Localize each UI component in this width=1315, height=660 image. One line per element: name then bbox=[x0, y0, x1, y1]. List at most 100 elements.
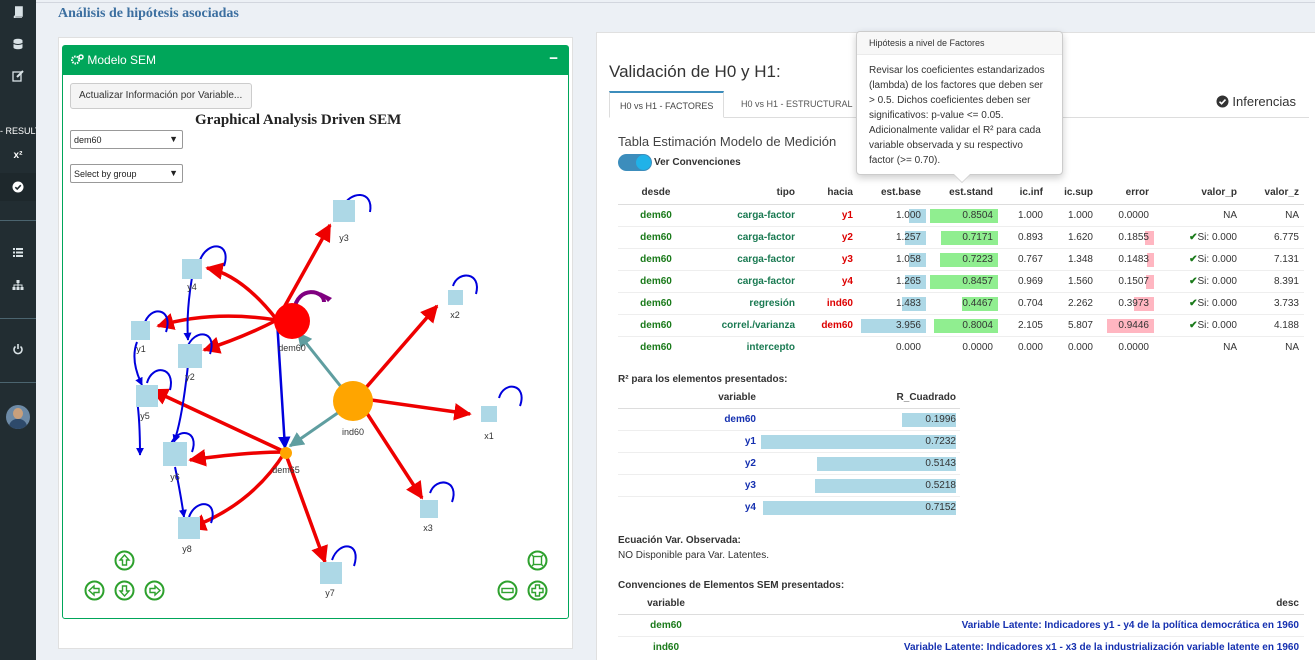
tooltip-arrow-fill bbox=[954, 174, 970, 182]
p-value: Si: 0.000 bbox=[1197, 253, 1237, 265]
col-conv-desc[interactable]: desc bbox=[714, 593, 1304, 615]
cell-valor-z: 8.391 bbox=[1242, 269, 1304, 292]
node-x3[interactable] bbox=[420, 500, 438, 518]
est-stand-value: 0.8004 bbox=[962, 319, 993, 331]
equation-text: NO Disponible para Var. Latentes. bbox=[618, 550, 770, 561]
cell-hacia: y2 bbox=[800, 225, 858, 248]
cell-est-stand: 0.4467 bbox=[926, 291, 998, 314]
node-dem65[interactable] bbox=[280, 447, 292, 459]
cell-est-base: 1.483 bbox=[858, 291, 926, 314]
sidebar-result-label[interactable]: - RESULT bbox=[0, 126, 36, 136]
node-y4[interactable] bbox=[182, 259, 202, 279]
conventions-row: ind60 Variable Latente: Indicadores x1 - … bbox=[618, 635, 1304, 658]
col-est-stand[interactable]: est.stand bbox=[926, 182, 998, 205]
sem-graph[interactable]: dem60 ind60 dem65 y1 y2 y3 y4 y5 y6 y7 y… bbox=[62, 180, 562, 600]
est-stand-value: 0.8457 bbox=[962, 275, 993, 287]
node-y2[interactable] bbox=[178, 344, 202, 368]
measurement-row: dem60 intercepto 0.000 0.0000 0.000 0.000 0.00… bbox=[618, 335, 1304, 358]
chi-square-icon[interactable]: x² bbox=[0, 150, 36, 161]
node-y3[interactable] bbox=[333, 200, 355, 222]
col-valor-p[interactable]: valor_p bbox=[1154, 182, 1242, 205]
conventions-toggle[interactable] bbox=[618, 154, 652, 171]
r2-value-cell: 0.7152 bbox=[760, 495, 960, 518]
check-icon: ✔ bbox=[1189, 231, 1198, 243]
cell-hacia: dem60 bbox=[800, 313, 858, 336]
sidebar: - RESULT x² bbox=[0, 0, 36, 660]
conventions-table: variable desc dem60 Variable Latente: Ind… bbox=[618, 593, 1304, 658]
cell-valor-p: NA bbox=[1154, 335, 1242, 358]
cell-tipo: regresión bbox=[694, 291, 800, 314]
r2-row: dem60 0.1996 bbox=[618, 407, 960, 430]
zoom-out-icon[interactable] bbox=[497, 580, 518, 601]
r2-title: R² para los elementos presentados: bbox=[618, 374, 788, 385]
tab-estructural[interactable]: H0 vs H1 - ESTRUCTURAL bbox=[731, 91, 863, 118]
zoom-fit-icon[interactable] bbox=[527, 550, 548, 571]
cell-est-base: 1.000 bbox=[858, 203, 926, 226]
update-variable-button[interactable]: Actualizar Información por Variable... bbox=[70, 83, 252, 109]
r2-row: y4 0.7152 bbox=[618, 495, 960, 518]
col-valor-z[interactable]: valor_z bbox=[1242, 182, 1304, 205]
conventions-toggle-label: Ver Convenciones bbox=[654, 157, 741, 168]
r2-value: 0.5143 bbox=[925, 457, 956, 469]
cell-error: 0.3973 bbox=[1098, 291, 1154, 314]
sitemap-icon[interactable] bbox=[0, 279, 36, 294]
cell-ic-inf: 0.000 bbox=[998, 335, 1048, 358]
top-border bbox=[36, 2, 1315, 3]
cell-est-base: 1.265 bbox=[858, 269, 926, 292]
tooltip-title: Hipótesis a nivel de Factores bbox=[857, 32, 1062, 55]
est-stand-value: 0.0000 bbox=[962, 341, 993, 353]
node-ind60[interactable] bbox=[333, 381, 373, 421]
node-y5[interactable] bbox=[136, 385, 158, 407]
r2-variable: y2 bbox=[618, 451, 760, 474]
zoom-in-icon[interactable] bbox=[527, 580, 548, 601]
tab-inferencias[interactable]: Inferencias bbox=[1216, 94, 1296, 109]
database-icon[interactable] bbox=[0, 38, 36, 53]
col-error[interactable]: error bbox=[1098, 182, 1154, 205]
list-icon[interactable] bbox=[0, 246, 36, 261]
col-ic-inf[interactable]: ic.inf bbox=[998, 182, 1048, 205]
cell-error: 0.9446 bbox=[1098, 313, 1154, 336]
page-title: Análisis de hipótesis asociadas bbox=[58, 6, 239, 21]
col-conv-variable[interactable]: variable bbox=[618, 593, 714, 615]
node-y1[interactable] bbox=[131, 321, 150, 340]
error-value: 0.1483 bbox=[1118, 253, 1149, 265]
cell-valor-p: ✔Si: 0.000 bbox=[1154, 225, 1242, 248]
power-icon[interactable] bbox=[0, 343, 36, 358]
book-icon[interactable] bbox=[0, 6, 36, 21]
avatar[interactable] bbox=[6, 405, 30, 429]
edit-icon[interactable] bbox=[0, 70, 36, 85]
est-base-value: 1.058 bbox=[895, 253, 921, 265]
cell-error: 0.0000 bbox=[1098, 335, 1154, 358]
node-select[interactable]: dem60 ▼ bbox=[70, 130, 183, 149]
tab-factores[interactable]: H0 vs H1 - FACTORES bbox=[609, 91, 725, 118]
sidebar-divider bbox=[0, 220, 36, 221]
pan-left-icon[interactable] bbox=[84, 580, 105, 601]
col-ic-sup[interactable]: ic.sup bbox=[1048, 182, 1098, 205]
col-est-base[interactable]: est.base bbox=[858, 182, 926, 205]
check-icon: ✔ bbox=[1189, 253, 1198, 265]
collapse-button[interactable]: − bbox=[549, 50, 558, 67]
r2-table: variable R_Cuadrado dem60 0.1996 y1 0.7232 y… bbox=[618, 387, 960, 518]
group-select-value: Select by group bbox=[74, 169, 137, 179]
cell-ic-inf: 0.893 bbox=[998, 225, 1048, 248]
node-y6[interactable] bbox=[163, 442, 187, 466]
col-desde[interactable]: desde bbox=[618, 182, 694, 205]
node-x2[interactable] bbox=[448, 290, 463, 305]
node-label-x1: x1 bbox=[484, 431, 494, 441]
check-icon: ✔ bbox=[1189, 319, 1198, 331]
node-x1[interactable] bbox=[481, 406, 497, 422]
conv-desc: Variable Latente: Indicadores x1 - x3 de… bbox=[714, 635, 1304, 658]
col-tipo[interactable]: tipo bbox=[694, 182, 800, 205]
pan-down-icon[interactable] bbox=[114, 580, 135, 601]
col-variable[interactable]: variable bbox=[618, 387, 760, 409]
pan-right-icon[interactable] bbox=[144, 580, 165, 601]
node-y8[interactable] bbox=[178, 517, 200, 539]
node-dem60[interactable] bbox=[274, 303, 310, 339]
col-hacia[interactable]: hacia bbox=[800, 182, 858, 205]
r2-variable: y3 bbox=[618, 473, 760, 496]
check-circle-icon[interactable] bbox=[0, 181, 36, 196]
pan-up-icon[interactable] bbox=[114, 550, 135, 571]
p-value: Si: 0.000 bbox=[1197, 231, 1237, 243]
col-r-cuadrado[interactable]: R_Cuadrado bbox=[760, 387, 960, 409]
node-y7[interactable] bbox=[320, 562, 342, 584]
